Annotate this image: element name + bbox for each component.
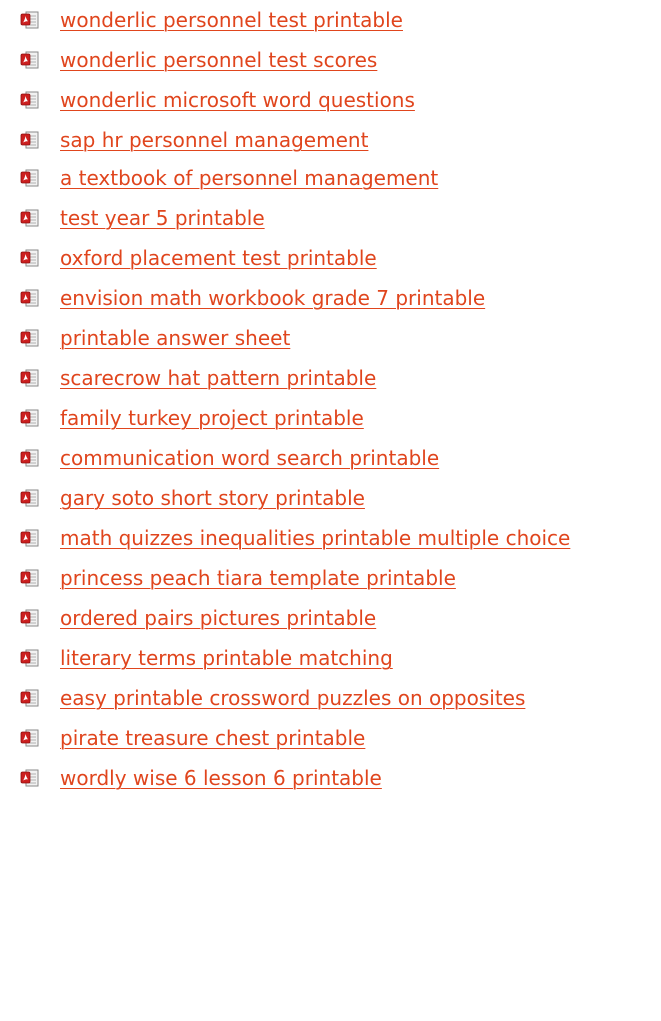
pdf-link[interactable]: wordly wise 6 lesson 6 printable [60, 765, 382, 791]
pdf-file-icon [20, 169, 40, 187]
pdf-file-icon [20, 329, 40, 347]
pdf-link[interactable]: oxford placement test printable [60, 245, 377, 271]
list-item-14: math quizzes inequalities printable mult… [0, 518, 661, 558]
list-item-17: literary terms printable matching [0, 638, 661, 678]
pdf-link[interactable]: gary soto short story printable [60, 485, 365, 511]
pdf-link[interactable]: wonderlic personnel test scores [60, 47, 377, 73]
pdf-file-icon [20, 649, 40, 667]
pdf-file-icon [20, 489, 40, 507]
list-item-10: scarecrow hat pattern printable [0, 358, 661, 398]
list-item-18: easy printable crossword puzzles on oppo… [0, 678, 661, 718]
list-item-4: sap hr personnel management [0, 120, 661, 160]
pdf-link[interactable]: scarecrow hat pattern printable [60, 365, 376, 391]
pdf-link[interactable]: wonderlic personnel test printable [60, 7, 403, 33]
list-item-5: a textbook of personnel management [0, 158, 661, 198]
pdf-link[interactable]: communication word search printable [60, 445, 439, 471]
pdf-link[interactable]: printable answer sheet [60, 325, 290, 351]
pdf-link[interactable]: princess peach tiara template printable [60, 565, 456, 591]
list-item-12: communication word search printable [0, 438, 661, 478]
pdf-file-icon [20, 409, 40, 427]
pdf-file-icon [20, 131, 40, 149]
pdf-file-icon [20, 689, 40, 707]
pdf-file-icon [20, 11, 40, 29]
list-item-7: oxford placement test printable [0, 238, 661, 278]
pdf-file-icon [20, 209, 40, 227]
pdf-file-icon [20, 289, 40, 307]
pdf-file-icon [20, 769, 40, 787]
pdf-file-icon [20, 569, 40, 587]
pdf-link[interactable]: easy printable crossword puzzles on oppo… [60, 685, 525, 711]
pdf-link[interactable]: envision math workbook grade 7 printable [60, 285, 485, 311]
pdf-link[interactable]: math quizzes inequalities printable mult… [60, 525, 570, 551]
pdf-link[interactable]: test year 5 printable [60, 205, 265, 231]
pdf-file-icon [20, 249, 40, 267]
pdf-file-icon [20, 449, 40, 467]
list-item-15: princess peach tiara template printable [0, 558, 661, 598]
list-item-19: pirate treasure chest printable [0, 718, 661, 758]
pdf-file-icon [20, 51, 40, 69]
pdf-file-icon [20, 529, 40, 547]
pdf-link[interactable]: pirate treasure chest printable [60, 725, 365, 751]
pdf-link[interactable]: sap hr personnel management [60, 127, 368, 153]
list-item-11: family turkey project printable [0, 398, 661, 438]
pdf-link[interactable]: a textbook of personnel management [60, 165, 438, 191]
pdf-link[interactable]: family turkey project printable [60, 405, 364, 431]
pdf-link[interactable]: literary terms printable matching [60, 645, 393, 671]
pdf-file-icon [20, 91, 40, 109]
list-item-20: wordly wise 6 lesson 6 printable [0, 758, 661, 798]
list-item-1: wonderlic personnel test printable [0, 0, 661, 40]
pdf-link[interactable]: ordered pairs pictures printable [60, 605, 376, 631]
list-item-6: test year 5 printable [0, 198, 661, 238]
list-item-8: envision math workbook grade 7 printable [0, 278, 661, 318]
pdf-file-icon [20, 369, 40, 387]
list-item-3: wonderlic microsoft word questions [0, 80, 661, 120]
list-item-2: wonderlic personnel test scores [0, 40, 661, 80]
pdf-file-icon [20, 609, 40, 627]
list-item-9: printable answer sheet [0, 318, 661, 358]
pdf-link[interactable]: wonderlic microsoft word questions [60, 87, 415, 113]
list-item-16: ordered pairs pictures printable [0, 598, 661, 638]
pdf-file-icon [20, 729, 40, 747]
list-item-13: gary soto short story printable [0, 478, 661, 518]
